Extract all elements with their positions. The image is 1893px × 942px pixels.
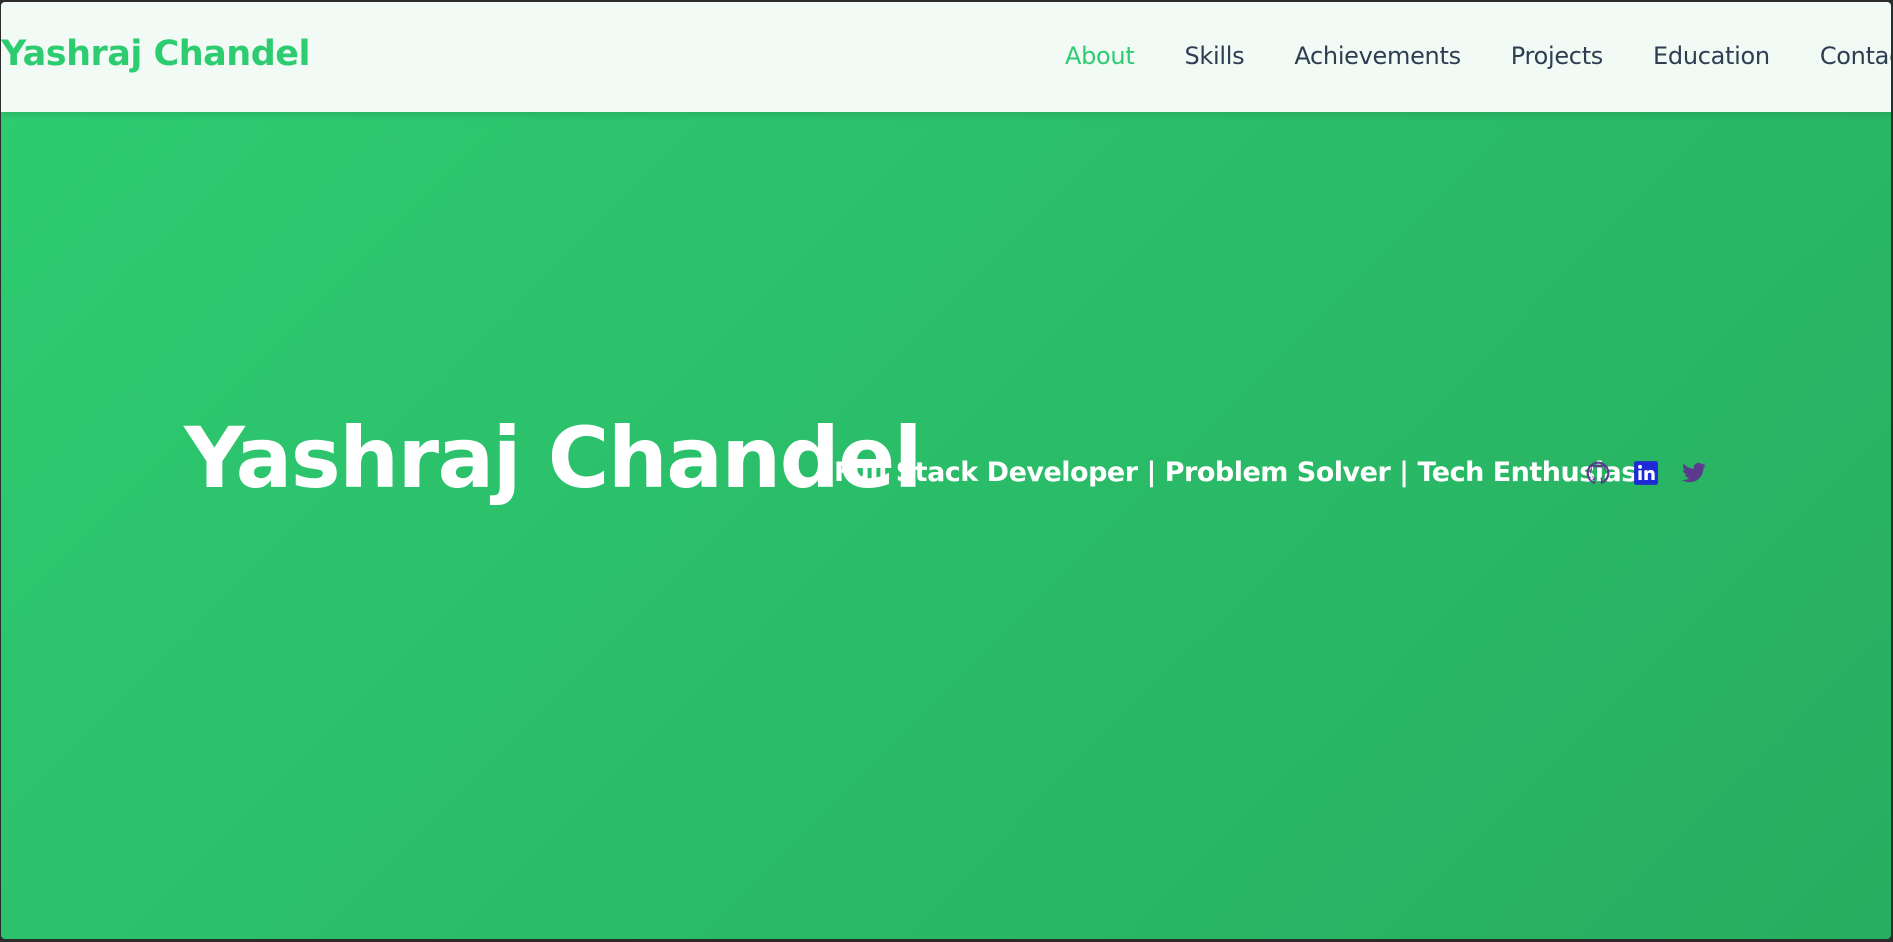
hero-subtitle: Full Stack Developer | Problem Solver | …	[834, 457, 1650, 488]
nav-link-skills[interactable]: Skills	[1184, 42, 1244, 70]
linkedin-icon[interactable]	[1633, 460, 1659, 486]
page-viewport: Yashraj Chandel About Skills Achievement…	[1, 2, 1891, 939]
navbar: Yashraj Chandel About Skills Achievement…	[1, 2, 1891, 112]
brand-logo[interactable]: Yashraj Chandel	[1, 34, 311, 74]
twitter-icon[interactable]	[1681, 460, 1707, 486]
nav-link-about[interactable]: About	[1065, 42, 1135, 70]
nav-link-contact[interactable]: Contact	[1820, 42, 1891, 70]
nav-link-education[interactable]: Education	[1653, 42, 1770, 70]
hero-title: Yashraj Chandel	[184, 409, 923, 507]
nav-links: About Skills Achievements Projects Educa…	[1065, 42, 1891, 70]
nav-link-projects[interactable]: Projects	[1511, 42, 1604, 70]
nav-link-achievements[interactable]: Achievements	[1294, 42, 1461, 70]
github-icon[interactable]	[1585, 460, 1611, 486]
